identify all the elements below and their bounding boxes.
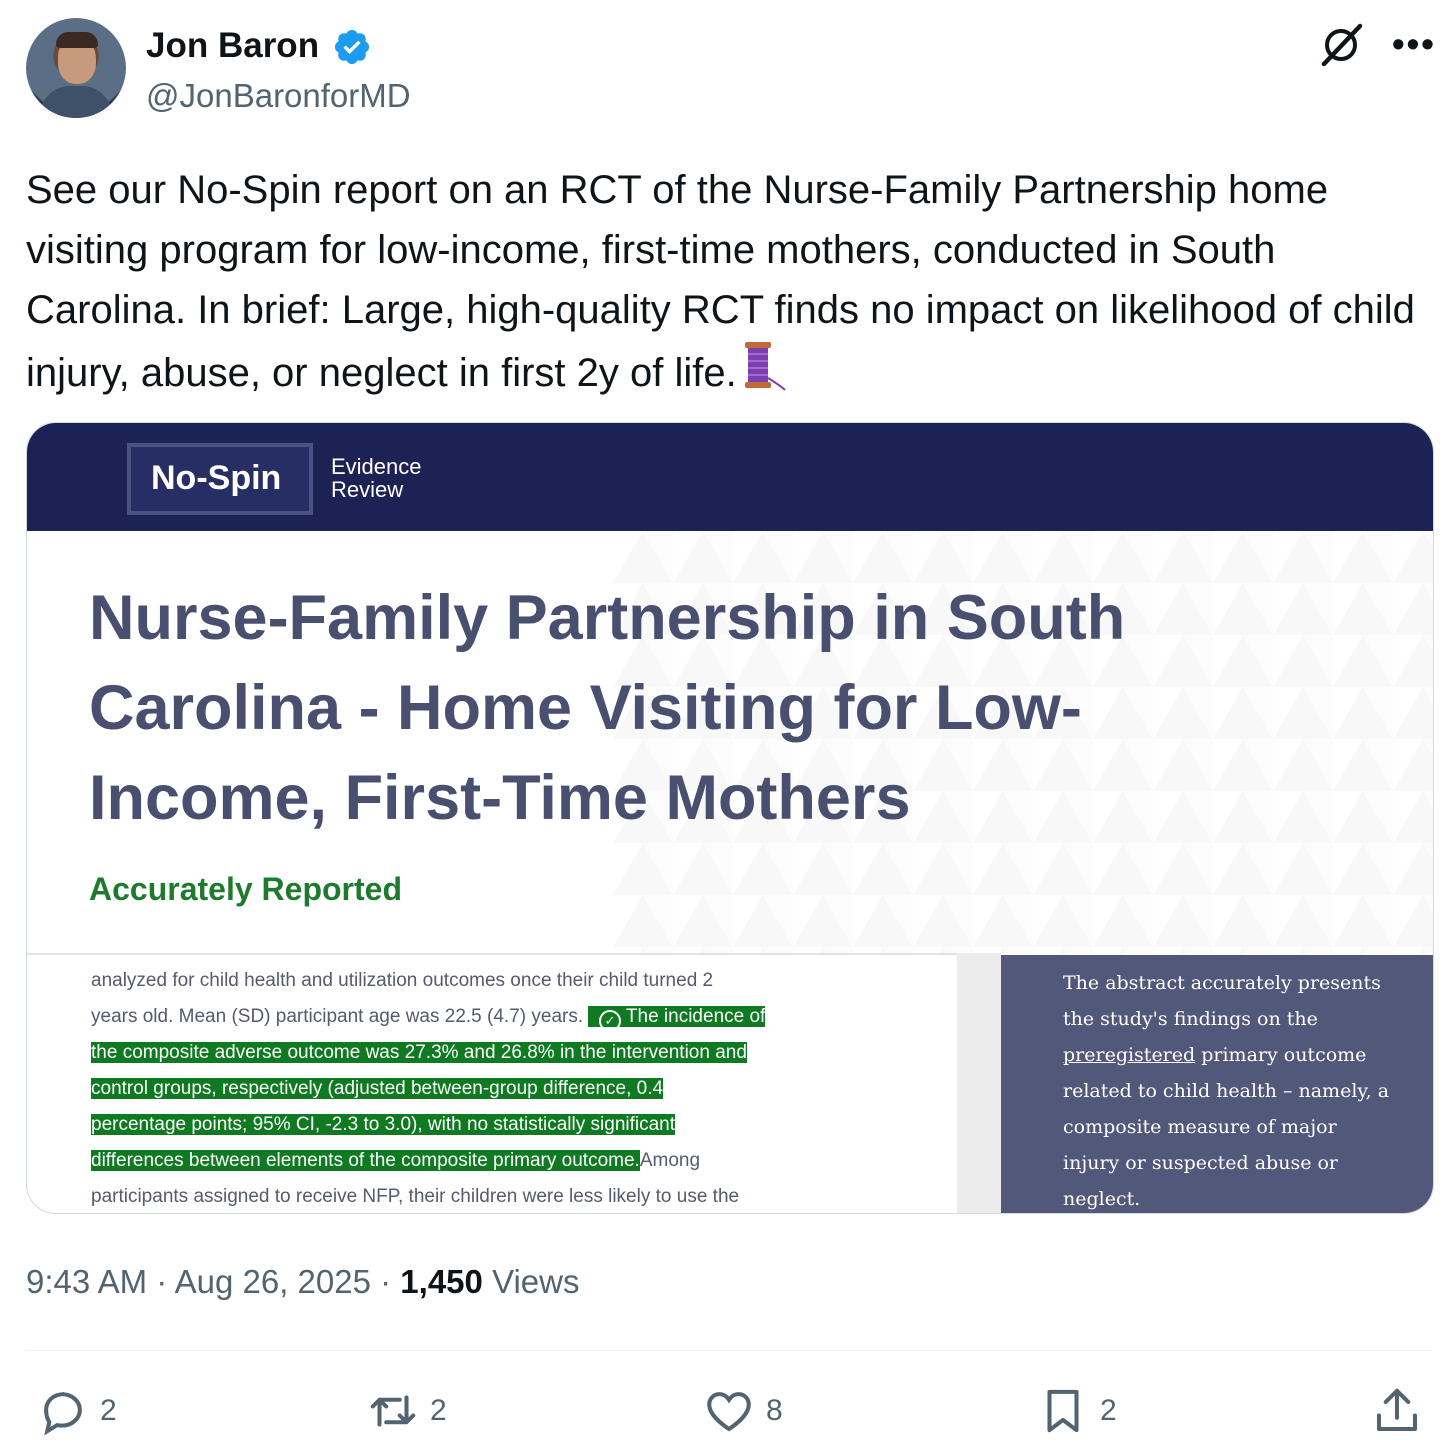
author-name[interactable]: Jon Baron — [146, 24, 319, 68]
highlight-text: percentage points; 95% CI, -2.3 to 3.0),… — [91, 1114, 676, 1135]
highlight-text: differences between elements of the comp… — [91, 1150, 640, 1171]
report-title: Nurse-Family Partnership in South Caroli… — [89, 583, 1126, 833]
check-circle-icon: ✓ — [598, 1010, 621, 1032]
sidebar-text-after: primary outcome related to child health … — [1063, 1044, 1390, 1210]
card-header: No-Spin Evidence Review — [27, 423, 1433, 531]
reply-icon — [44, 1392, 82, 1436]
excerpt-line: differences between elements of the comp… — [91, 1143, 911, 1179]
repost-icon — [370, 1395, 416, 1427]
bookmark-button[interactable]: 2 — [1036, 1386, 1117, 1436]
grok-icon[interactable] — [1318, 22, 1364, 68]
share-button[interactable] — [1370, 1386, 1424, 1436]
reply-button[interactable]: 2 — [36, 1386, 117, 1436]
more-icon[interactable]: ••• — [1392, 26, 1436, 62]
excerpt-text: analyzed for child health and utilizatio… — [91, 963, 911, 1213]
avatar-shirt — [40, 86, 112, 118]
tweet-body: See our No-Spin report on an RCT of the … — [26, 168, 1415, 395]
like-button[interactable]: 8 — [702, 1386, 783, 1436]
avatar[interactable] — [26, 18, 126, 118]
repost-count: 2 — [430, 1394, 447, 1427]
column-gap — [957, 953, 1001, 1213]
excerpt-line: years old. Mean (SD) participant age was… — [91, 999, 911, 1035]
bookmark-icon — [1047, 1389, 1079, 1433]
excerpt-line: participants assigned to receive NFP, th… — [91, 1186, 740, 1207]
views-count: 1,450 — [400, 1263, 483, 1300]
preregistered-link: preregistered — [1063, 1044, 1196, 1066]
excerpt-line: analyzed for child health and utilizatio… — [91, 970, 714, 991]
sidebar-text: The abstract accurately presents the stu… — [1063, 965, 1393, 1213]
evidence-review-label: Evidence Review — [331, 455, 422, 501]
share-icon — [1376, 1388, 1418, 1432]
sidebar-text-before: The abstract accurately presents the stu… — [1063, 972, 1381, 1030]
meta-separator: · — [380, 1263, 392, 1300]
heart-icon — [707, 1392, 751, 1432]
rating-status: Accurately Reported — [89, 871, 402, 907]
avatar-hair — [56, 32, 98, 48]
spool-of-thread-icon — [744, 342, 786, 391]
highlight-text: the composite adverse outcome was 27.3% … — [91, 1042, 747, 1063]
views-label: Views — [492, 1263, 580, 1300]
review-sidebar: The abstract accurately presents the stu… — [1001, 955, 1433, 1213]
highlight-text: The incidence of — [625, 1006, 766, 1027]
highlight-text: control groups, respectively (adjusted b… — [91, 1078, 664, 1099]
logo-sub-line-2: Review — [331, 477, 404, 502]
author-handle[interactable]: @JonBaronforMD — [146, 76, 411, 116]
logo-sub-line-1: Evidence — [331, 454, 422, 479]
excerpt-line: control groups, respectively (adjusted b… — [91, 1071, 911, 1107]
abstract-excerpt: analyzed for child health and utilizatio… — [27, 953, 957, 1213]
repost-button[interactable]: 2 — [366, 1386, 447, 1436]
excerpt-line: percentage points; 95% CI, -2.3 to 3.0),… — [91, 1107, 911, 1143]
excerpt-line: the composite adverse outcome was 27.3% … — [91, 1035, 911, 1071]
tweet-date[interactable]: Aug 26, 2025 — [175, 1263, 371, 1300]
highlighted-finding: ✓ The incidence of — [588, 1006, 766, 1032]
verified-badge-icon — [334, 29, 370, 65]
reply-count: 2 — [100, 1394, 117, 1427]
divider — [26, 1350, 1432, 1351]
tweet-text: See our No-Spin report on an RCT of the … — [26, 160, 1426, 403]
bookmark-count: 2 — [1100, 1394, 1117, 1427]
excerpt-plain: Among — [639, 1150, 701, 1171]
excerpt-plain: years old. Mean (SD) participant age was… — [91, 1006, 584, 1027]
tweet-time[interactable]: 9:43 AM — [26, 1263, 147, 1300]
tweet-meta: 9:43 AM · Aug 26, 2025 · 1,450 Views — [26, 1258, 580, 1306]
like-count: 8 — [766, 1394, 783, 1427]
no-spin-logo: No-Spin — [151, 459, 282, 497]
meta-separator: · — [156, 1263, 168, 1300]
report-card[interactable]: No-Spin Evidence Review Nurse-Family Par… — [26, 422, 1434, 1214]
